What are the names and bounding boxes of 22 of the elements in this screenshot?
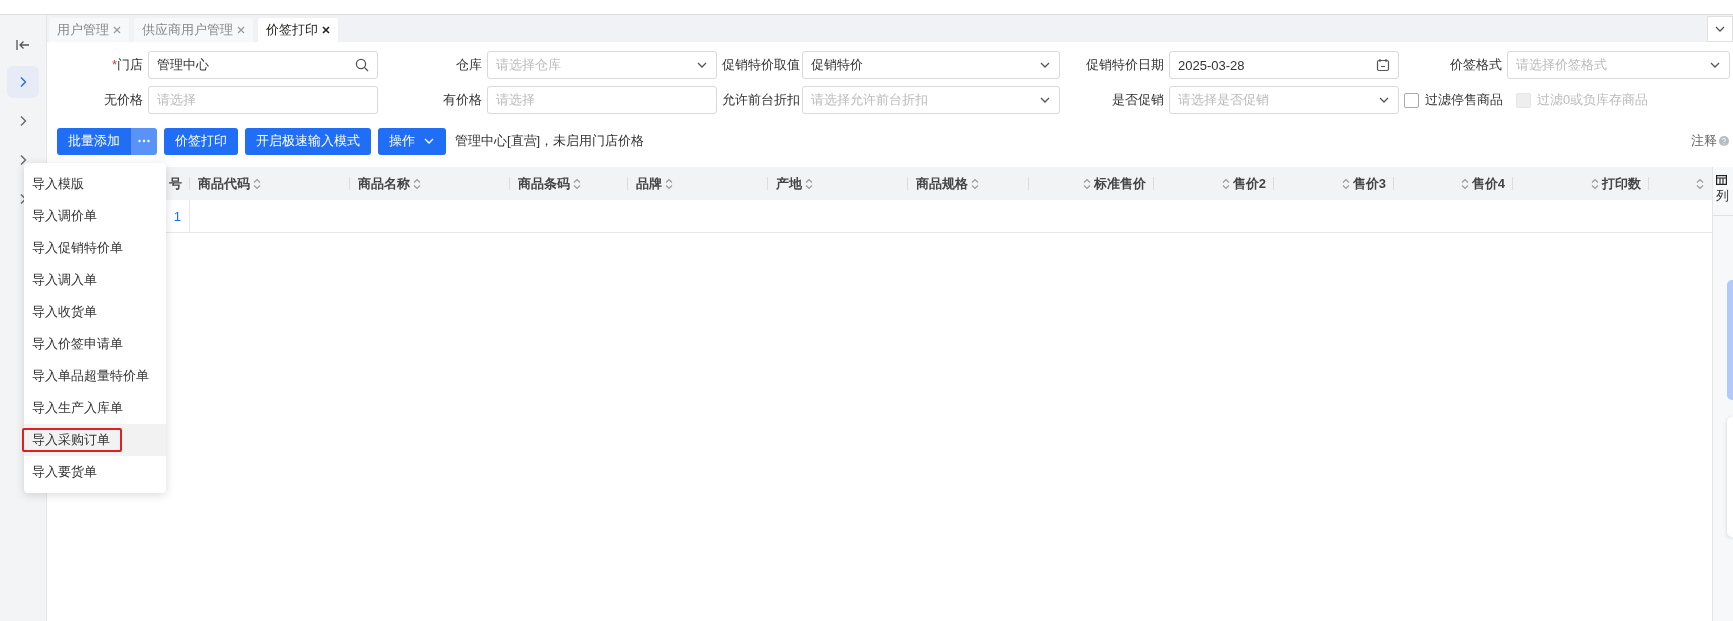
field-placeholder: 请选择 — [157, 91, 196, 109]
field-placeholder: 请选择价签格式 — [1516, 56, 1607, 74]
field-label: 无价格 — [103, 91, 143, 109]
field-label: 是否促销 — [1111, 91, 1164, 109]
checkbox-label: 过滤0或负库存商品 — [1537, 91, 1649, 109]
field-label: 价签格式 — [1449, 56, 1502, 74]
store-info-text: 管理中心[直营]，未启用门店价格 — [455, 132, 645, 150]
row-number: 1 — [173, 208, 181, 224]
checkbox-label: 过滤停售商品 — [1425, 91, 1503, 109]
field-value: 管理中心 — [157, 56, 209, 74]
column-header: 号 — [169, 174, 182, 193]
field-label: *门店 — [110, 56, 143, 74]
field-value: 促销特价 — [811, 56, 863, 74]
field-label: 仓库 — [455, 56, 482, 74]
field-label: 有价格 — [442, 91, 482, 109]
field-label: 促销特价日期 — [1085, 56, 1164, 74]
field-value: 2025-03-28 — [1178, 57, 1245, 73]
field-label: 允许前台折扣 — [722, 91, 797, 109]
field-placeholder: 请选择允许前台折扣 — [811, 91, 928, 109]
field-placeholder: 请选择 — [496, 91, 535, 109]
field-placeholder: 请选择仓库 — [496, 56, 561, 74]
field-placeholder: 请选择是否促销 — [1178, 91, 1269, 109]
